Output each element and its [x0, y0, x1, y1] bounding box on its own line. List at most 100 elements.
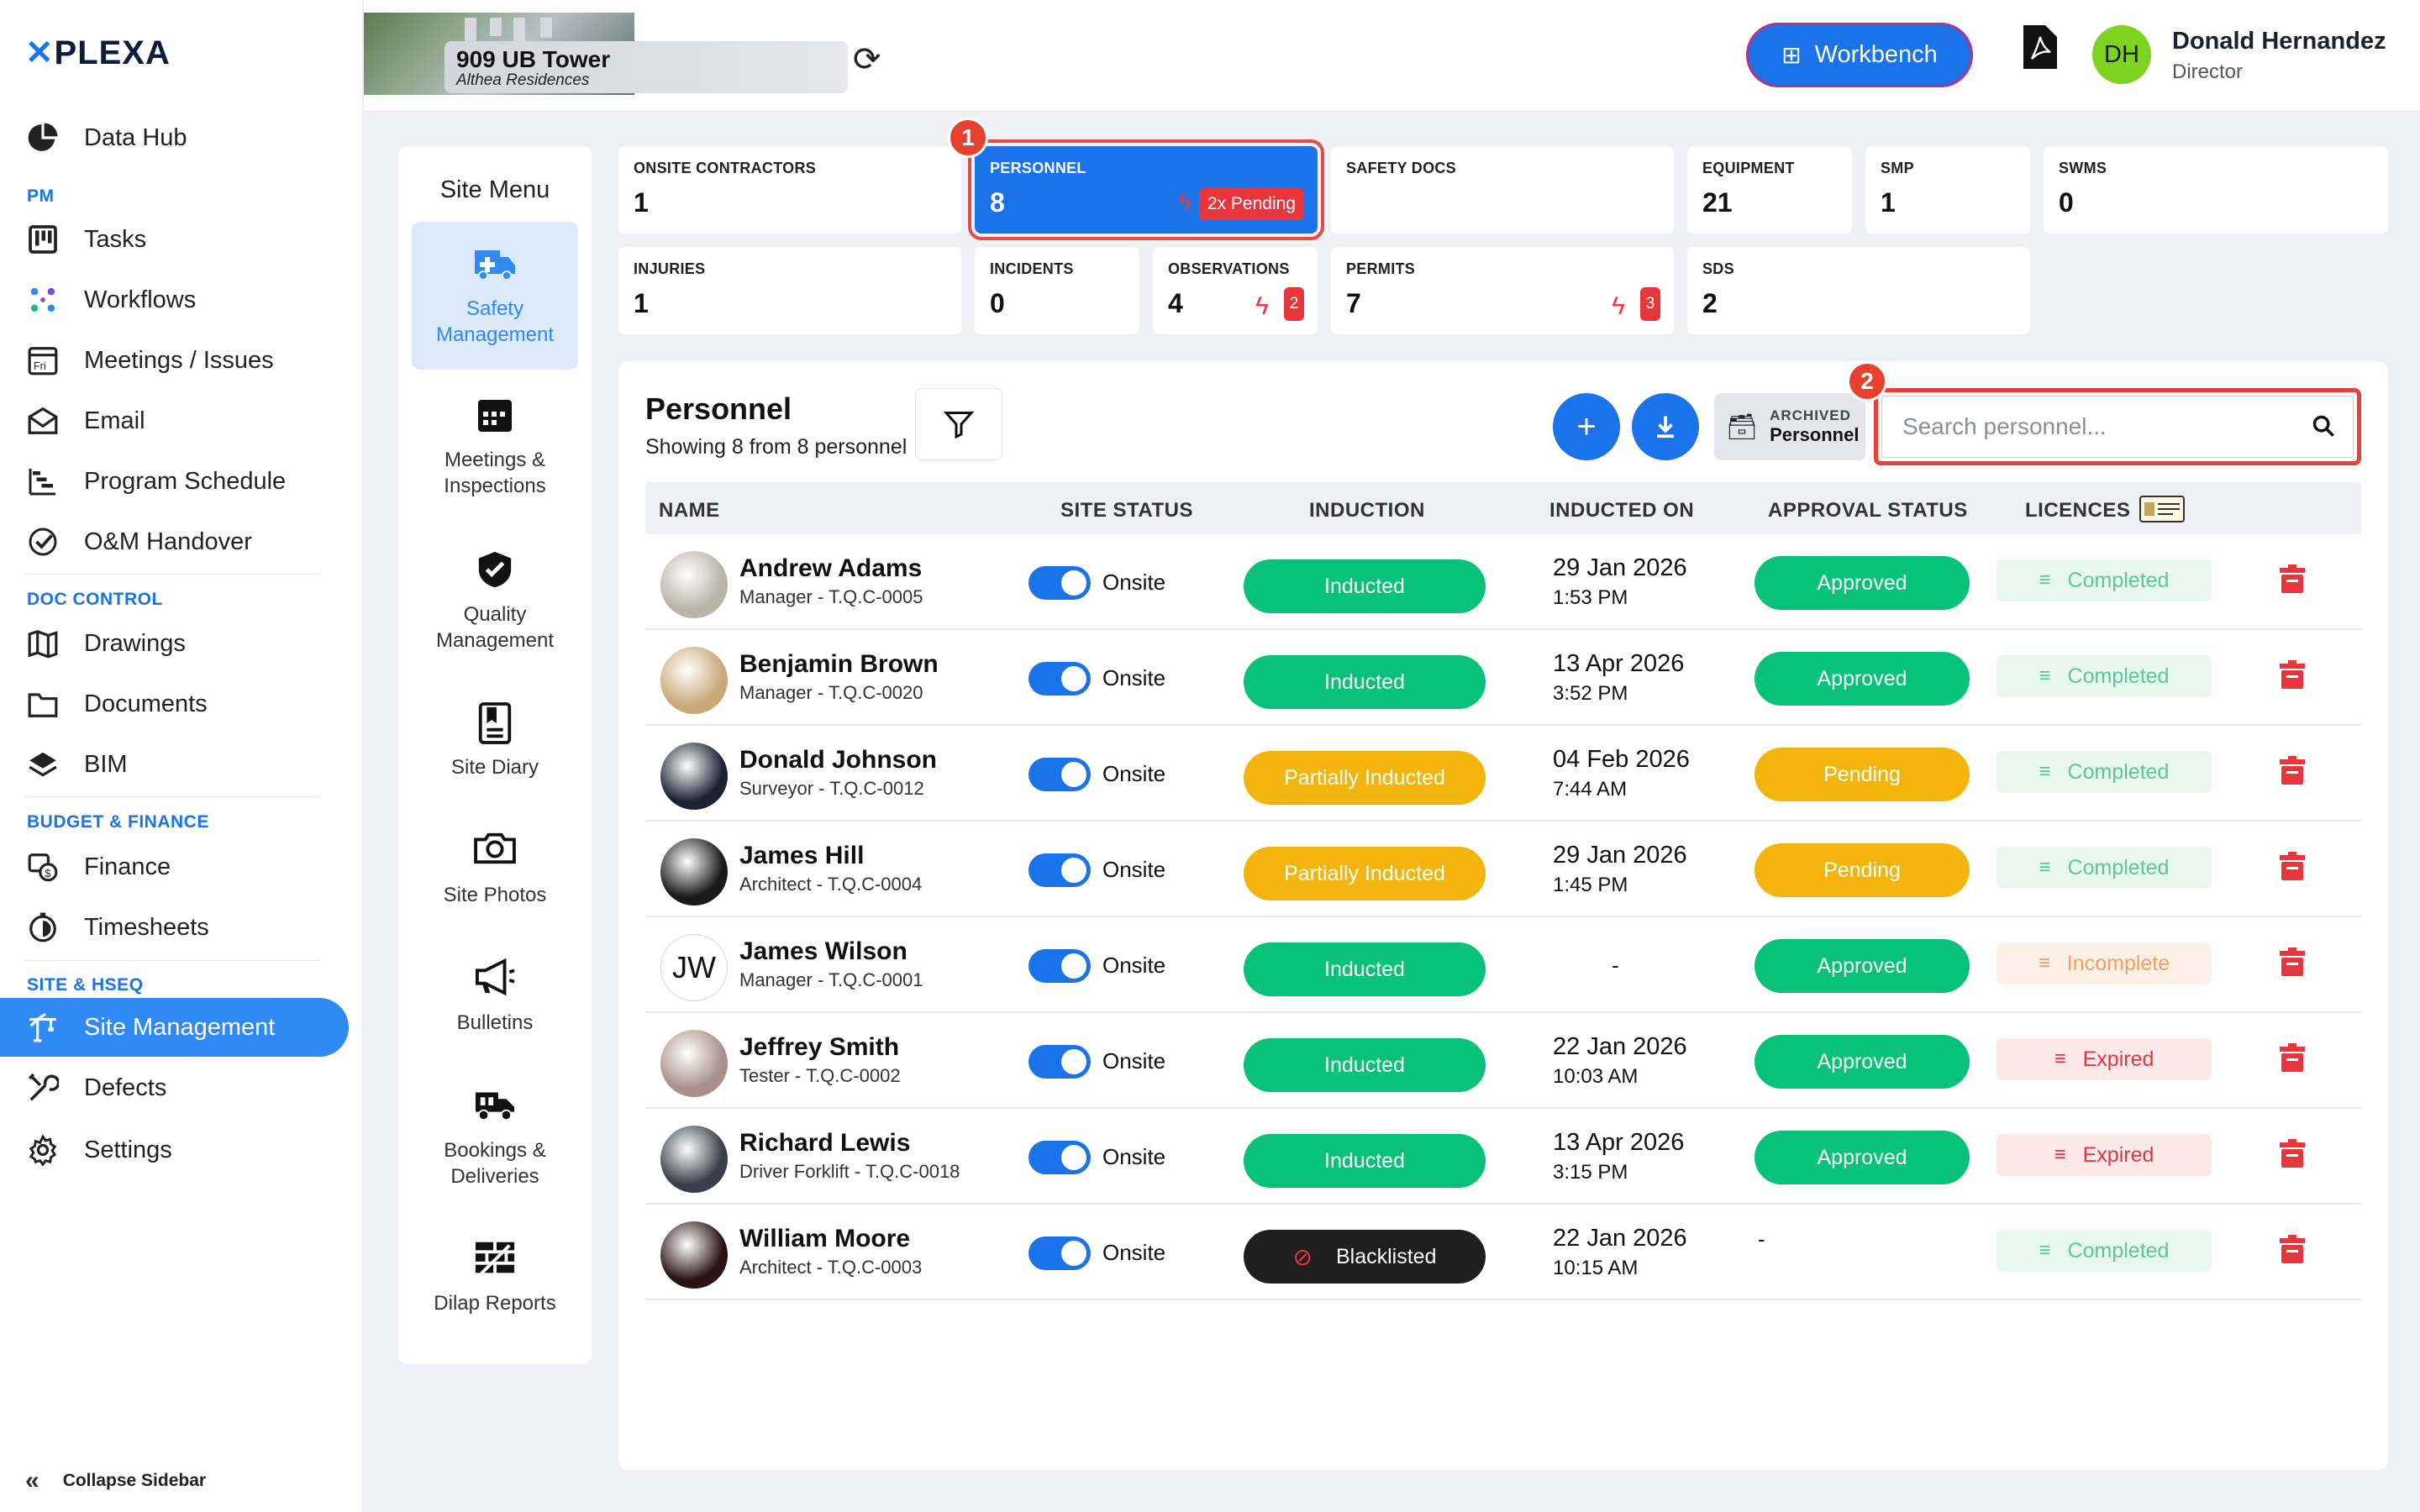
workbench-button[interactable]: ⊞ Workbench — [1746, 23, 1973, 87]
col-inducted-on[interactable]: INDUCTED ON — [1549, 499, 1694, 522]
induction-status-pill[interactable]: Inducted — [1244, 942, 1486, 996]
table-row[interactable]: Benjamin Brown Manager - T.Q.C-0020 Onsite… — [645, 630, 2361, 726]
person-name[interactable]: James Wilson — [739, 937, 908, 966]
sidebar-item-settings[interactable]: Settings — [25, 1128, 345, 1172]
approval-status-pill[interactable]: Approved — [1754, 1131, 1970, 1184]
sidebar-item-site-management[interactable]: Site Management — [25, 1005, 345, 1049]
licence-status[interactable]: ≡ Incomplete — [1996, 942, 2212, 984]
avatar[interactable] — [660, 1221, 728, 1289]
table-row[interactable]: Andrew Adams Manager - T.Q.C-0005 Onsite In… — [645, 534, 2361, 630]
site-menu-meetings-inspections[interactable]: Meetings & Inspections — [412, 395, 578, 499]
site-status-toggle[interactable] — [1028, 1236, 1091, 1270]
avatar[interactable] — [660, 1030, 728, 1097]
site-menu-site-photos[interactable]: Site Photos — [412, 830, 578, 908]
person-name[interactable]: Benjamin Brown — [739, 650, 939, 679]
stat-equipment[interactable]: EQUIPMENT 21 — [1687, 146, 1852, 234]
site-status-toggle[interactable] — [1028, 1141, 1091, 1174]
sidebar-item-program-schedule[interactable]: Program Schedule — [25, 459, 345, 503]
approval-status-pill[interactable]: Pending — [1754, 843, 1970, 897]
delete-icon[interactable] — [2280, 564, 2305, 593]
induction-status-pill[interactable]: Inducted — [1244, 559, 1486, 613]
induction-status-pill[interactable]: Inducted — [1244, 655, 1486, 709]
person-name[interactable]: Jeffrey Smith — [739, 1033, 899, 1062]
person-name[interactable]: James Hill — [739, 842, 864, 870]
site-menu-bookings-deliveries[interactable]: Bookings & Deliveries — [412, 1085, 578, 1189]
avatar[interactable] — [660, 647, 728, 714]
person-name[interactable]: Andrew Adams — [739, 554, 922, 583]
sidebar-item-finance[interactable]: $ Finance — [25, 845, 345, 889]
stat-incidents[interactable]: INCIDENTS 0 — [975, 247, 1139, 334]
user-avatar[interactable]: DH — [2092, 25, 2151, 84]
sidebar-item-bim[interactable]: BIM — [25, 743, 345, 786]
licence-status[interactable]: ≡ Completed — [1996, 847, 2212, 889]
avatar[interactable]: JW — [660, 934, 728, 1001]
site-status-toggle[interactable] — [1028, 758, 1091, 791]
stat-personnel[interactable]: PERSONNEL 8 ϟ 2x Pending — [968, 139, 1324, 240]
avatar[interactable] — [660, 1126, 728, 1193]
table-row[interactable]: JW James Wilson Manager - T.Q.C-0001 Onsite… — [645, 917, 2361, 1013]
site-menu-site-diary[interactable]: Site Diary — [412, 702, 578, 780]
site-menu-dilap-reports[interactable]: Dilap Reports — [412, 1238, 578, 1316]
licence-status[interactable]: ≡ Completed — [1996, 655, 2212, 697]
table-row[interactable]: James Hill Architect - T.Q.C-0004 Onsite Pa… — [645, 822, 2361, 917]
delete-icon[interactable] — [2280, 852, 2305, 880]
site-status-toggle[interactable] — [1028, 949, 1091, 983]
person-name[interactable]: Donald Johnson — [739, 746, 937, 774]
approval-status-pill[interactable]: Approved — [1754, 1035, 1970, 1089]
sidebar-item-drawings[interactable]: Drawings — [25, 622, 345, 665]
sidebar-item-data-hub[interactable]: Data Hub — [25, 116, 345, 160]
col-site-status[interactable]: SITE STATUS — [1060, 499, 1193, 522]
person-name[interactable]: William Moore — [739, 1225, 910, 1253]
col-induction[interactable]: INDUCTION — [1309, 499, 1425, 522]
avatar[interactable] — [660, 743, 728, 810]
site-status-toggle[interactable] — [1028, 1045, 1091, 1079]
delete-icon[interactable] — [2280, 660, 2305, 689]
sidebar-item-email[interactable]: Email — [25, 399, 345, 443]
site-menu-bulletins[interactable]: Bulletins — [412, 958, 578, 1036]
site-selector[interactable]: 909 UB Tower Althea Residences — [364, 13, 848, 95]
stat-observations[interactable]: OBSERVATIONS 4 ϟ 2 — [1153, 247, 1318, 334]
add-personnel-button[interactable]: + — [1553, 393, 1620, 460]
delete-icon[interactable] — [2280, 1043, 2305, 1072]
person-name[interactable]: Richard Lewis — [739, 1129, 910, 1158]
stat-sds[interactable]: SDS 2 — [1687, 247, 2030, 334]
search-icon[interactable] — [2312, 414, 2335, 444]
col-name[interactable]: NAME — [659, 499, 720, 522]
table-row[interactable]: Jeffrey Smith Tester - T.Q.C-0002 Onsite In… — [645, 1013, 2361, 1109]
table-row[interactable]: William Moore Architect - T.Q.C-0003 Onsit… — [645, 1205, 2361, 1300]
site-status-toggle[interactable] — [1028, 566, 1091, 600]
sidebar-item-documents[interactable]: Documents — [25, 682, 345, 726]
search-input[interactable] — [1881, 396, 2354, 458]
induction-status-pill[interactable]: ⊘ Blacklisted — [1244, 1230, 1486, 1284]
stat-injuries[interactable]: INJURIES 1 — [618, 247, 961, 334]
pdf-icon[interactable] — [2023, 25, 2057, 69]
stat-safety-docs[interactable]: SAFETY DOCS — [1331, 146, 1674, 234]
approval-status-pill[interactable]: Approved — [1754, 556, 1970, 610]
avatar[interactable] — [660, 838, 728, 906]
collapse-sidebar-button[interactable]: «Collapse Sidebar — [25, 1467, 206, 1495]
sidebar-item-tasks[interactable]: Tasks — [25, 218, 345, 261]
avatar[interactable] — [660, 551, 728, 618]
sync-icon[interactable]: ⟳ — [853, 40, 881, 79]
filter-button[interactable] — [915, 388, 1002, 460]
download-button[interactable] — [1632, 393, 1699, 460]
induction-status-pill[interactable]: Inducted — [1244, 1038, 1486, 1092]
delete-icon[interactable] — [2280, 948, 2305, 976]
plexa-logo[interactable]: ✕PLEXA — [25, 34, 171, 72]
delete-icon[interactable] — [2280, 1139, 2305, 1168]
licence-status[interactable]: ≡ Completed — [1996, 559, 2212, 601]
col-approval-status[interactable]: APPROVAL STATUS — [1768, 499, 1968, 522]
stat-smp[interactable]: SMP 1 — [1865, 146, 2030, 234]
sidebar-item-timesheets[interactable]: Timesheets — [25, 906, 345, 949]
delete-icon[interactable] — [2280, 756, 2305, 785]
site-status-toggle[interactable] — [1028, 662, 1091, 696]
licence-status[interactable]: ≡ Expired — [1996, 1038, 2212, 1080]
table-row[interactable]: Donald Johnson Surveyor - T.Q.C-0012 Onsit… — [645, 726, 2361, 822]
licence-status[interactable]: ≡ Expired — [1996, 1134, 2212, 1176]
approval-status-pill[interactable]: Pending — [1754, 748, 1970, 801]
induction-status-pill[interactable]: Partially Inducted — [1244, 751, 1486, 805]
sidebar-item-meetings[interactable]: Fri Meetings / Issues — [25, 339, 345, 382]
induction-status-pill[interactable]: Partially Inducted — [1244, 847, 1486, 900]
stat-swms[interactable]: SWMS 0 — [2044, 146, 2388, 234]
archived-personnel-button[interactable]: 🗃 ARCHIVED Personnel — [1714, 393, 1865, 460]
